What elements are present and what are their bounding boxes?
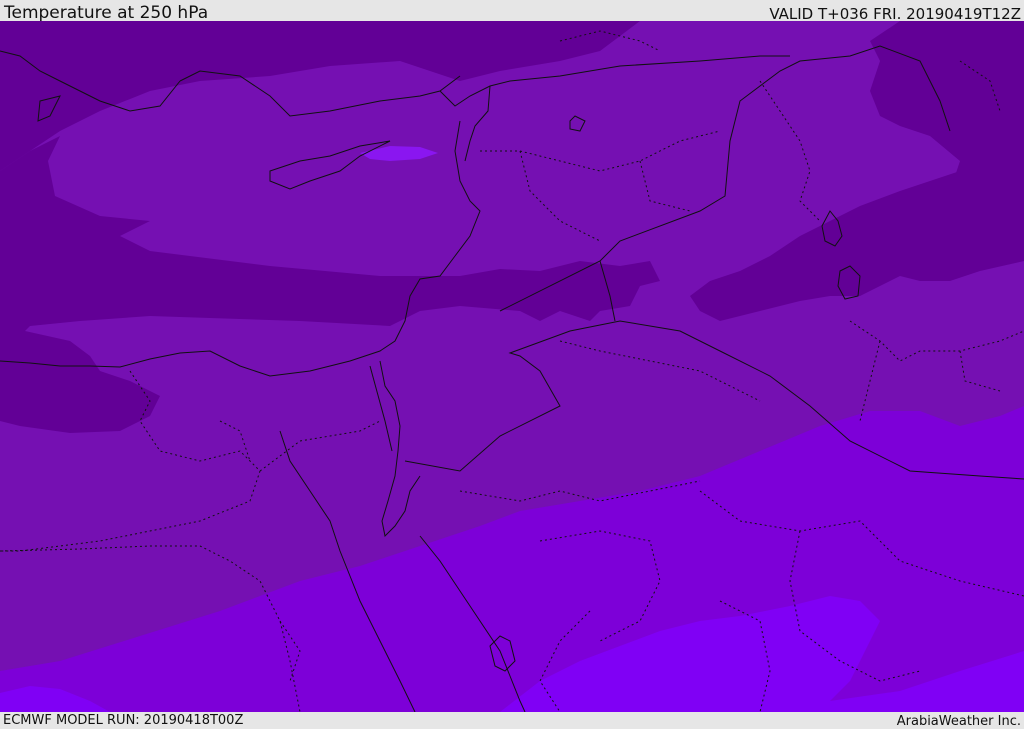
- footer-bar: ECMWF MODEL RUN: 20190418T00Z ArabiaWeat…: [0, 712, 1024, 729]
- model-run-label: ECMWF MODEL RUN: 20190418T00Z: [3, 713, 244, 728]
- map-canvas: [0, 21, 1024, 712]
- forecast-map-page: Temperature at 250 hPa VALID T+036 FRI. …: [0, 0, 1024, 729]
- header-bar: Temperature at 250 hPa VALID T+036 FRI. …: [0, 0, 1024, 23]
- temperature-map: [0, 21, 1024, 712]
- credit-label: ArabiaWeather Inc.: [896, 714, 1021, 729]
- map-title: Temperature at 250 hPa: [4, 3, 209, 23]
